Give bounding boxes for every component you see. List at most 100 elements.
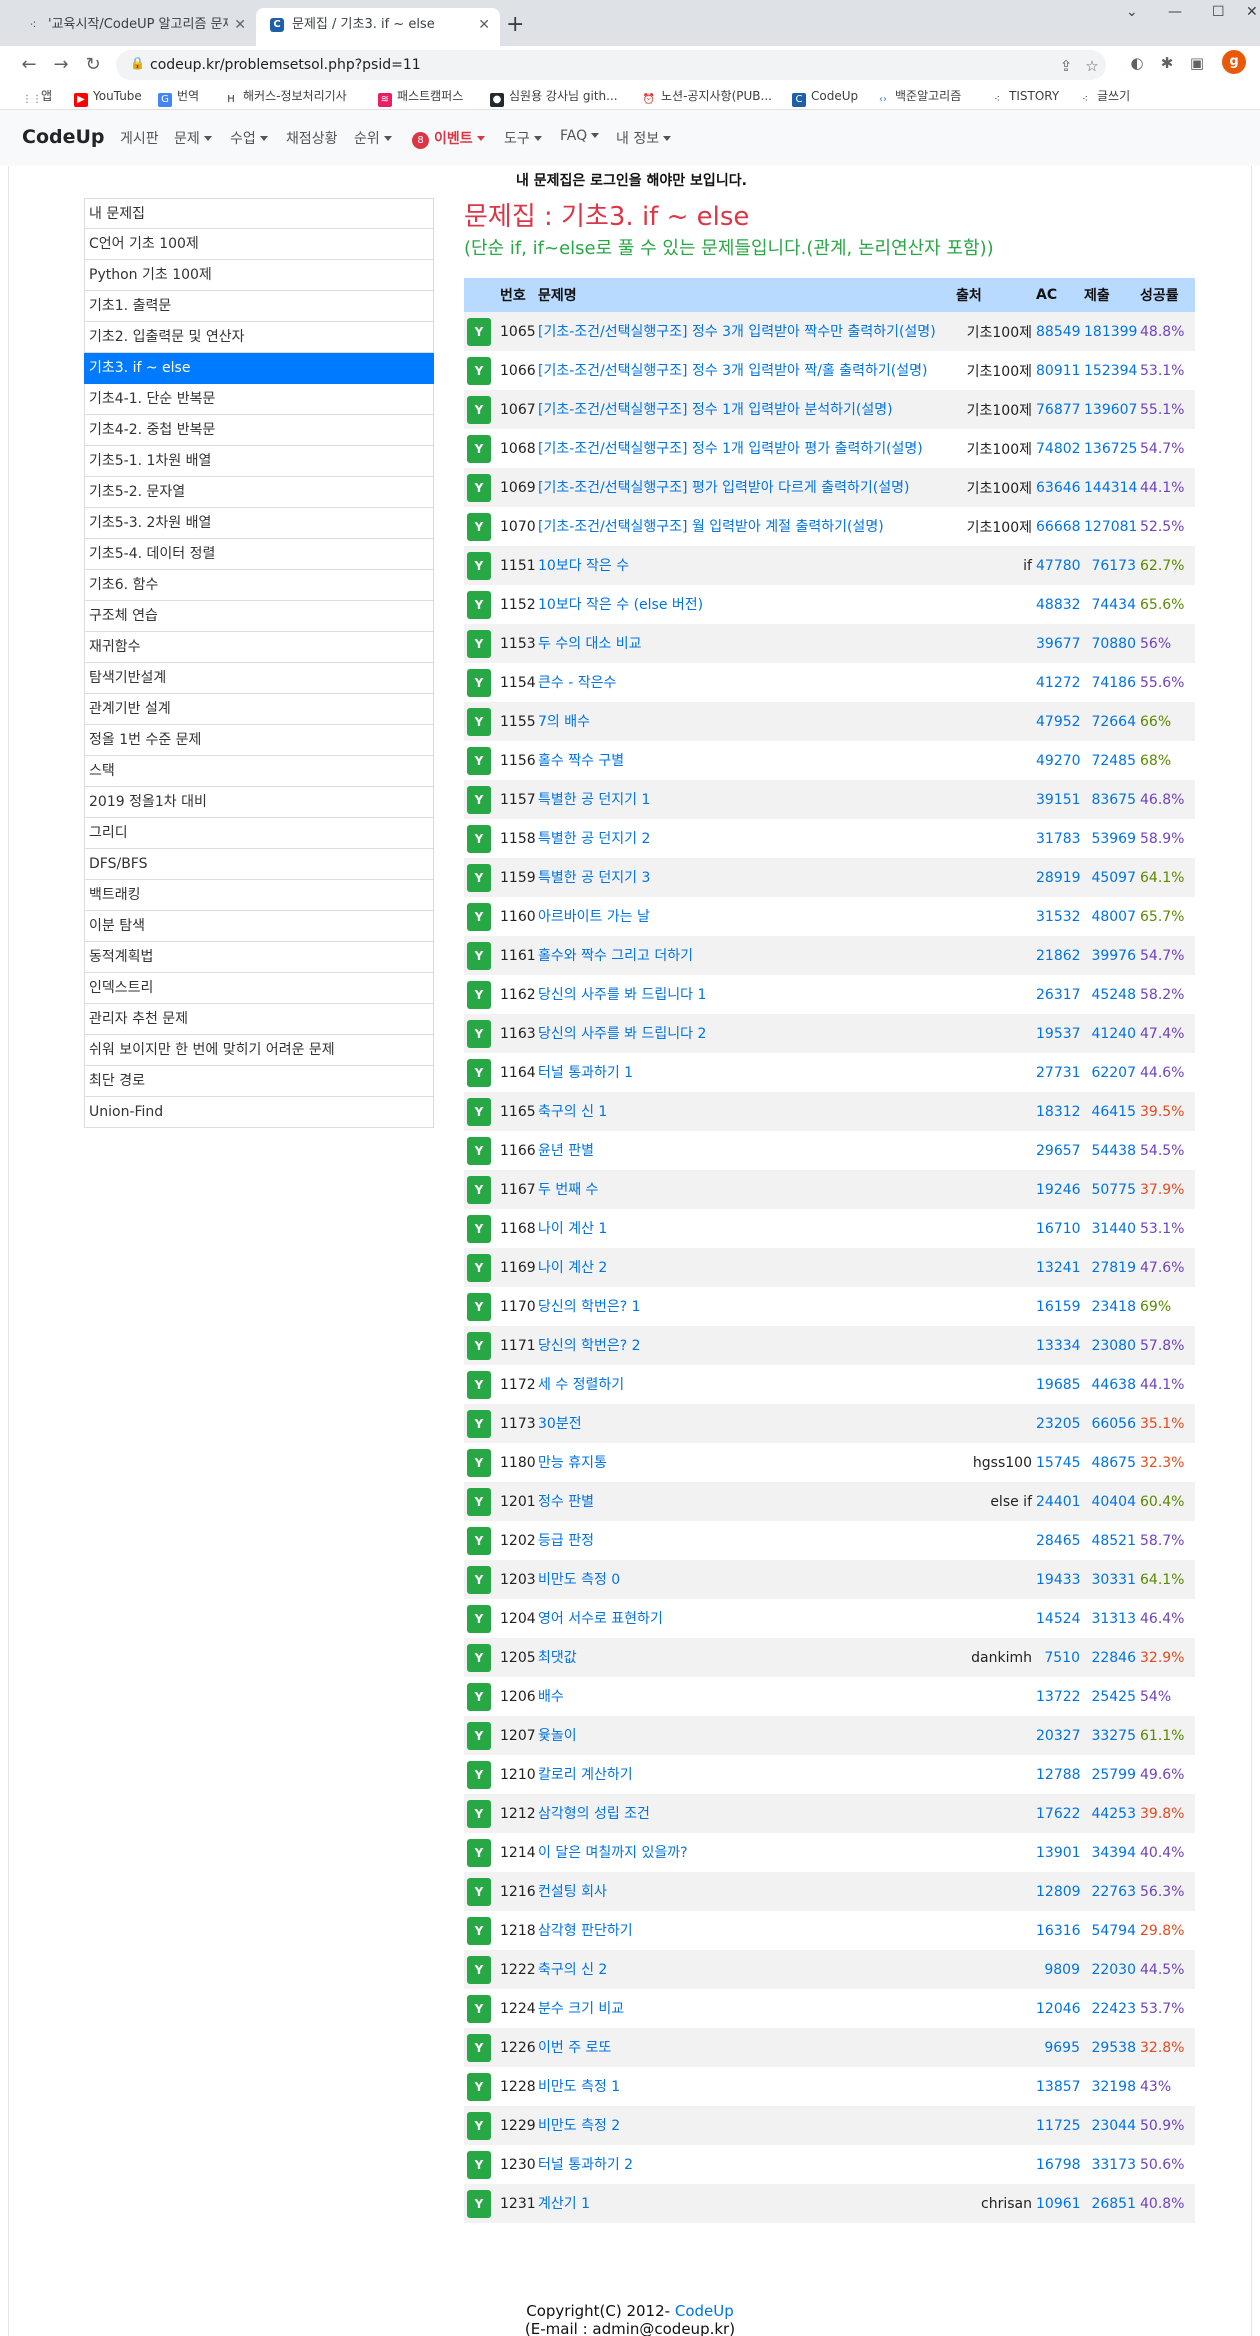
accepted-count-cell[interactable]: 80911 (1034, 351, 1082, 390)
submission-count-cell[interactable]: 31313 (1082, 1599, 1138, 1638)
accepted-count[interactable]: 41272 (1036, 675, 1081, 691)
problem-title-link-cell[interactable]: 윤년 판별 (536, 1131, 954, 1170)
submission-count[interactable]: 76173 (1091, 558, 1136, 574)
table-row[interactable]: Y 1160 아르바이트 가는 날 31532 48007 65.7% (464, 897, 1195, 936)
problem-title-link[interactable]: 등급 판정 (538, 1533, 594, 1549)
sidebar-item[interactable]: Python 기초 100제 (84, 260, 434, 291)
submission-count-cell[interactable]: 39976 (1082, 936, 1138, 975)
problem-title-link[interactable]: 비만도 측정 1 (538, 2079, 620, 2095)
browser-tab-1[interactable]: ⁖ '교육시작/CodeUP 알고리즘 문제 ✕ (12, 8, 256, 46)
accepted-count[interactable]: 39151 (1036, 792, 1081, 808)
submission-count[interactable]: 44638 (1091, 1377, 1136, 1393)
submission-count-cell[interactable]: 25799 (1082, 1755, 1138, 1794)
accepted-count[interactable]: 17622 (1036, 1806, 1081, 1822)
table-row[interactable]: Y 1228 비만도 측정 1 13857 32198 43% (464, 2067, 1195, 2106)
accepted-count[interactable]: 74802 (1036, 441, 1081, 457)
back-arrow-icon[interactable]: ← (16, 52, 42, 78)
submission-count-cell[interactable]: 53969 (1082, 819, 1138, 858)
accepted-count-cell[interactable]: 47780 (1034, 546, 1082, 585)
accepted-count-cell[interactable]: 18312 (1034, 1092, 1082, 1131)
accepted-count[interactable]: 10961 (1036, 2196, 1081, 2212)
submission-count-cell[interactable]: 48007 (1082, 897, 1138, 936)
sidebar-item[interactable]: 관리자 추천 문제 (84, 1004, 434, 1035)
accepted-count-cell[interactable]: 12788 (1034, 1755, 1082, 1794)
nav-board[interactable]: 게시판 (120, 128, 159, 148)
submission-count[interactable]: 30331 (1091, 1572, 1136, 1588)
bookmark-codeup[interactable]: C CodeUp (792, 88, 858, 107)
submission-count[interactable]: 136725 (1084, 441, 1137, 457)
accepted-count-cell[interactable]: 21862 (1034, 936, 1082, 975)
problem-title-link-cell[interactable]: 홀수와 짝수 그리고 더하기 (536, 936, 954, 975)
table-row[interactable]: Y 1163 당신의 사주를 봐 드립니다 2 19537 41240 47.4% (464, 1014, 1195, 1053)
problem-title-link[interactable]: 두 수의 대소 비교 (538, 636, 642, 652)
submission-count-cell[interactable]: 54794 (1082, 1911, 1138, 1950)
sidebar-item[interactable]: 인덱스트리 (84, 973, 434, 1004)
problem-title-link-cell[interactable]: 칼로리 계산하기 (536, 1755, 954, 1794)
table-row[interactable]: Y 1159 특별한 공 던지기 3 28919 45097 64.1% (464, 858, 1195, 897)
problem-title-link[interactable]: 정수 판별 (538, 1494, 594, 1510)
submission-count[interactable]: 27819 (1091, 1260, 1136, 1276)
problem-title-link-cell[interactable]: 두 번째 수 (536, 1170, 954, 1209)
submission-count-cell[interactable]: 50775 (1082, 1170, 1138, 1209)
nav-my-info[interactable]: 내 정보 (616, 128, 672, 148)
accepted-count-cell[interactable]: 12046 (1034, 1989, 1082, 2028)
submission-count-cell[interactable]: 29538 (1082, 2028, 1138, 2067)
accepted-count-cell[interactable]: 13722 (1034, 1677, 1082, 1716)
problem-title-link-cell[interactable]: 30분전 (536, 1404, 954, 1443)
accepted-count-cell[interactable]: 9695 (1034, 2028, 1082, 2067)
submission-count-cell[interactable]: 48675 (1082, 1443, 1138, 1482)
submission-count-cell[interactable]: 83675 (1082, 780, 1138, 819)
table-row[interactable]: Y 1216 컨설팅 회사 12809 22763 56.3% (464, 1872, 1195, 1911)
problem-title-link-cell[interactable]: 정수 판별 (536, 1482, 954, 1521)
submission-count-cell[interactable]: 22846 (1082, 1638, 1138, 1677)
submission-count[interactable]: 72664 (1091, 714, 1136, 730)
problem-title-link-cell[interactable]: 세 수 정렬하기 (536, 1365, 954, 1404)
accepted-count-cell[interactable]: 13241 (1034, 1248, 1082, 1287)
problem-title-link[interactable]: 터널 통과하기 1 (538, 1065, 633, 1081)
submission-count-cell[interactable]: 30331 (1082, 1560, 1138, 1599)
accepted-count-cell[interactable]: 17622 (1034, 1794, 1082, 1833)
accepted-count[interactable]: 11725 (1036, 2118, 1081, 2134)
nav-tools[interactable]: 도구 (504, 128, 542, 148)
submission-count[interactable]: 54438 (1091, 1143, 1136, 1159)
problem-title-link[interactable]: 비만도 측정 0 (538, 1572, 620, 1588)
accepted-count-cell[interactable]: 27731 (1034, 1053, 1082, 1092)
nav-judge-status[interactable]: 채점상황 (286, 128, 338, 148)
accepted-count[interactable]: 9809 (1044, 1962, 1080, 1978)
profile-avatar[interactable]: g (1222, 50, 1246, 74)
submission-count[interactable]: 62207 (1091, 1065, 1136, 1081)
problem-title-link-cell[interactable]: 컨설팅 회사 (536, 1872, 954, 1911)
sidebar-item[interactable]: 동적계획법 (84, 942, 434, 973)
accepted-count[interactable]: 80911 (1036, 363, 1081, 379)
problem-title-link[interactable]: 분수 크기 비교 (538, 2001, 624, 2017)
problem-title-link-cell[interactable]: 큰수 - 작은수 (536, 663, 954, 702)
submission-count[interactable]: 83675 (1091, 792, 1136, 808)
share-icon[interactable]: ⇪ (1056, 56, 1076, 76)
table-row[interactable]: Y 1229 비만도 측정 2 11725 23044 50.9% (464, 2106, 1195, 2145)
accepted-count-cell[interactable]: 47952 (1034, 702, 1082, 741)
accepted-count[interactable]: 12809 (1036, 1884, 1081, 1900)
problem-title-link[interactable]: 큰수 - 작은수 (538, 675, 616, 691)
table-row[interactable]: Y 1168 나이 계산 1 16710 31440 53.1% (464, 1209, 1195, 1248)
problem-title-link[interactable]: 삼각형의 성립 조건 (538, 1806, 650, 1822)
problem-title-link[interactable]: [기초-조건/선택실행구조] 평가 입력받아 다르게 출력하기(설명) (538, 480, 909, 496)
submission-count-cell[interactable]: 72664 (1082, 702, 1138, 741)
submission-count[interactable]: 25425 (1091, 1689, 1136, 1705)
table-row[interactable]: Y 1212 삼각형의 성립 조건 17622 44253 39.8% (464, 1794, 1195, 1833)
submission-count-cell[interactable]: 44253 (1082, 1794, 1138, 1833)
submission-count-cell[interactable]: 22423 (1082, 1989, 1138, 2028)
problem-title-link[interactable]: [기초-조건/선택실행구조] 정수 1개 입력받아 평가 출력하기(설명) (538, 441, 923, 457)
accepted-count[interactable]: 39677 (1036, 636, 1081, 652)
submission-count[interactable]: 139607 (1084, 402, 1137, 418)
problem-title-link[interactable]: 최댓값 (538, 1650, 577, 1666)
submission-count[interactable]: 34394 (1091, 1845, 1136, 1861)
problem-title-link-cell[interactable]: 비만도 측정 1 (536, 2067, 954, 2106)
extension-icon[interactable]: ◐ (1126, 52, 1148, 74)
accepted-count[interactable]: 16159 (1036, 1299, 1081, 1315)
problem-title-link-cell[interactable]: 이번 주 로또 (536, 2028, 954, 2067)
submission-count-cell[interactable]: 31440 (1082, 1209, 1138, 1248)
problem-title-link-cell[interactable]: 삼각형 판단하기 (536, 1911, 954, 1950)
problem-title-link-cell[interactable]: 당신의 사주를 봐 드립니다 2 (536, 1014, 954, 1053)
sidebar-item[interactable]: 백트래킹 (84, 880, 434, 911)
submission-count[interactable]: 40404 (1091, 1494, 1136, 1510)
